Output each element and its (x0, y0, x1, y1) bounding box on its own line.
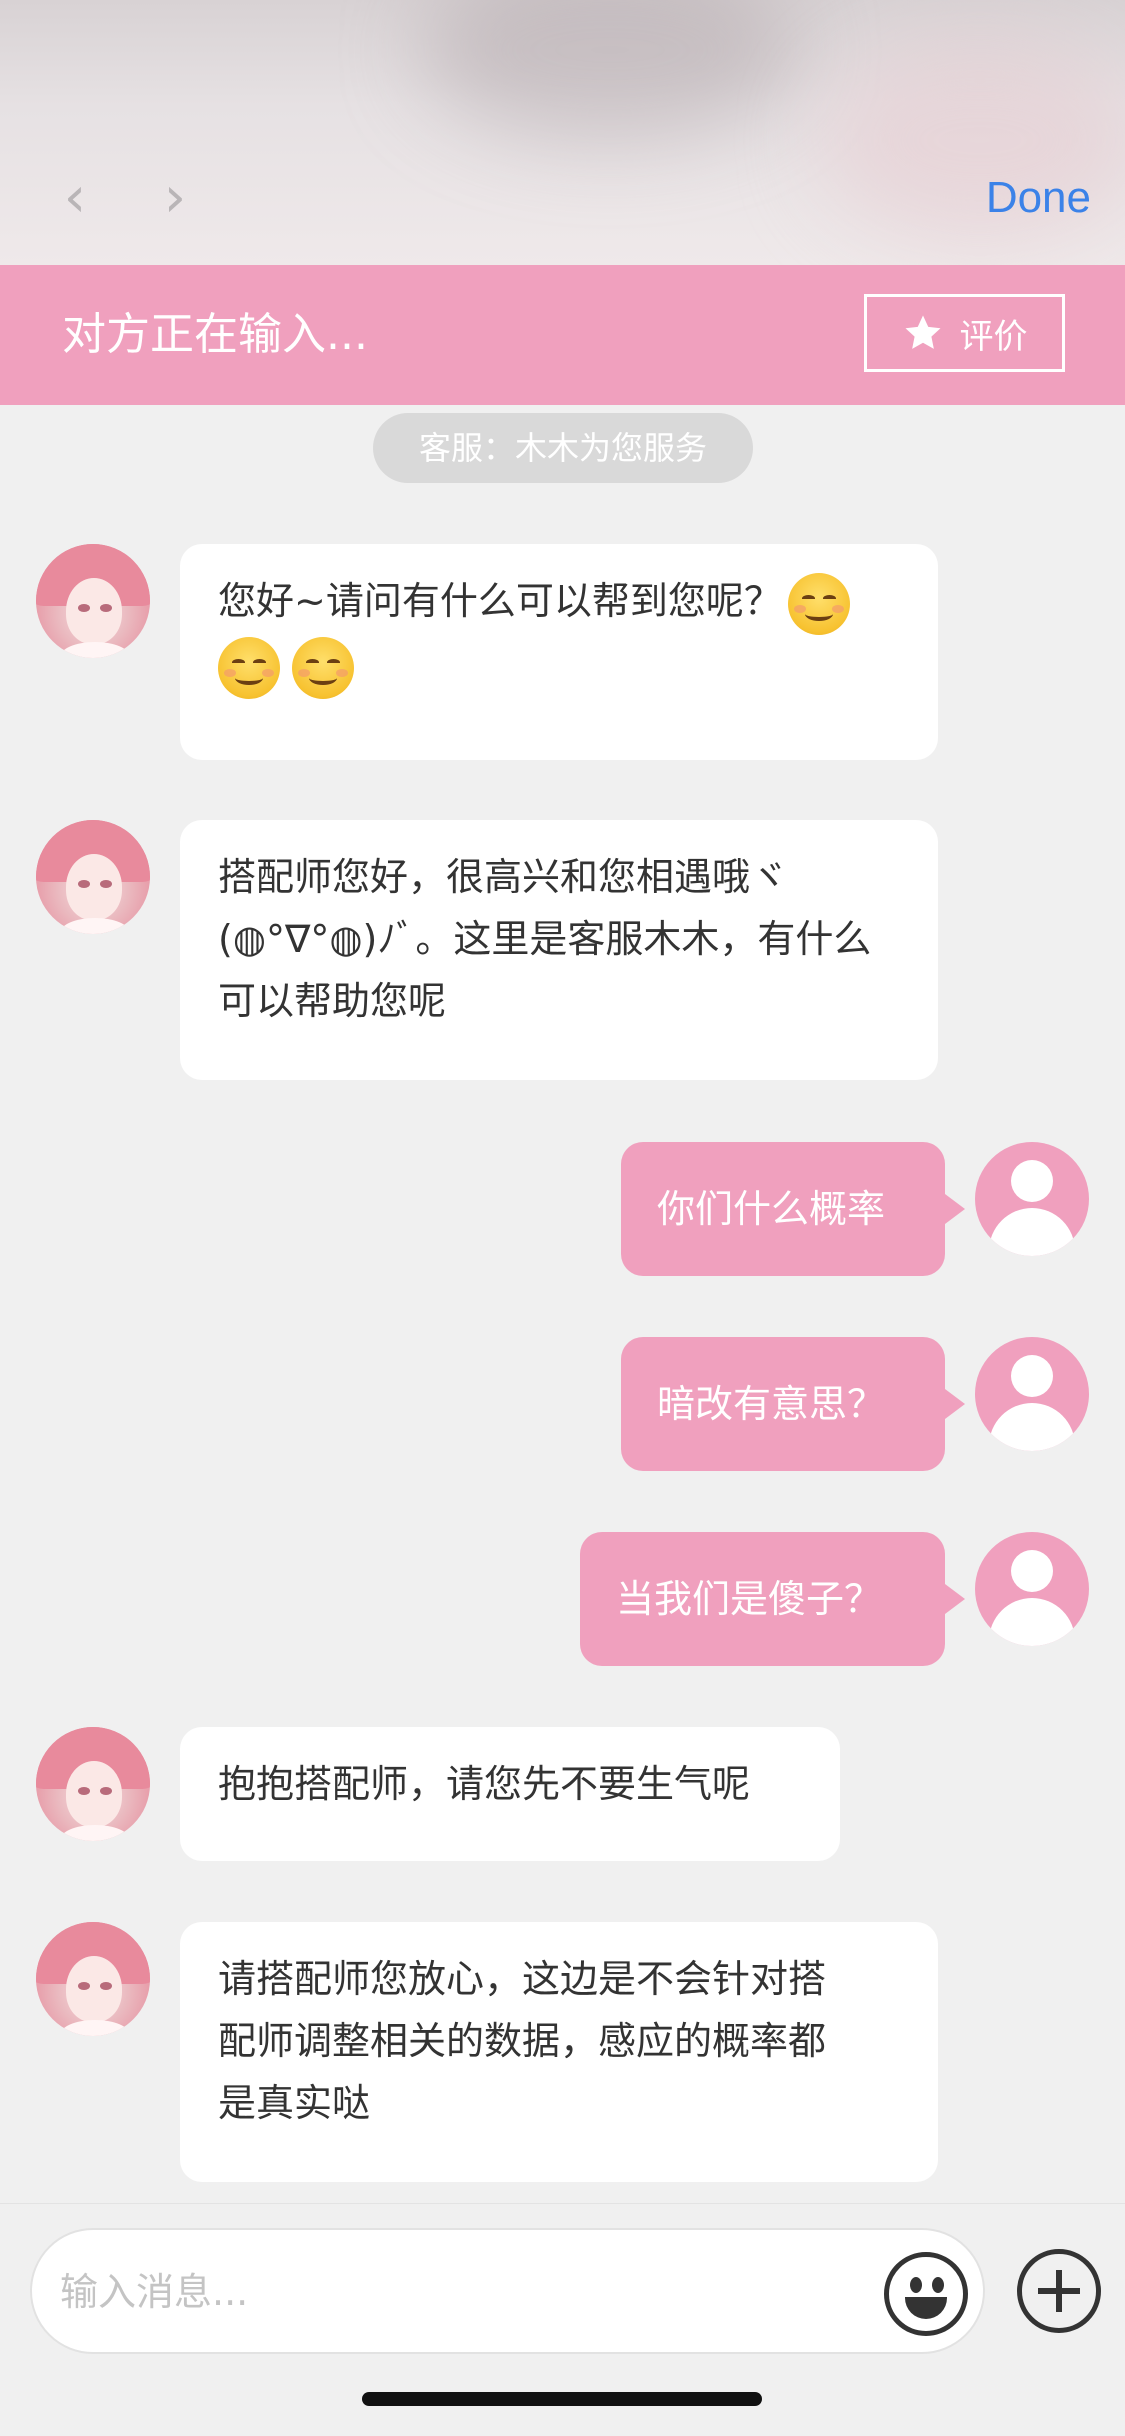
message-bubble-user: 当我们是傻子？ (580, 1532, 965, 1666)
agent-avatar[interactable] (36, 544, 150, 658)
message-text: 当我们是傻子？ (616, 1577, 883, 1621)
user-avatar-icon[interactable] (975, 1142, 1089, 1256)
rate-label: 评价 (959, 316, 1028, 357)
message-line: 可以帮助您呢 (218, 979, 447, 1023)
typing-status: 对方正在输入... (62, 309, 368, 360)
chat-header: 对方正在输入... 评价 (0, 265, 1125, 405)
message-bubble-agent: 请搭配师您放心，这边是不会针对搭 配师调整相关的数据，感应的概率都 是真实哒 (180, 1922, 938, 2182)
background-blur (420, 0, 800, 140)
agent-avatar[interactable] (36, 1922, 150, 2036)
message-bubble-user: 你们什么概率 (621, 1142, 965, 1276)
message-bubble-agent: 搭配师您好，很高兴和您相遇哦ヾ (◍°∇°◍)ﾉﾞ。这里是客服木木，有什么 可以… (180, 820, 938, 1080)
message-bubble-agent: 抱抱搭配师，请您先不要生气呢 (180, 1727, 840, 1861)
agent-avatar[interactable] (36, 1727, 150, 1841)
message-line: 请搭配师您放心，这边是不会针对搭 (218, 1957, 827, 2001)
plus-circle-icon[interactable] (1017, 2249, 1101, 2333)
message-input-placeholder: 输入消息... (60, 2270, 249, 2314)
back-icon[interactable]: ‹ (55, 168, 95, 228)
user-avatar-icon[interactable] (975, 1337, 1089, 1451)
message-bubble-agent: 您好~请问有什么可以帮到您呢？ (180, 544, 938, 760)
agent-avatar[interactable] (36, 820, 150, 934)
browser-toolbar: ‹ › Done (0, 0, 1125, 265)
message-line: 搭配师您好，很高兴和您相遇哦ヾ (218, 855, 789, 899)
smiling-face-emoji-icon (292, 637, 354, 699)
smiling-face-emoji-icon (787, 572, 850, 635)
message-line: (◍°∇°◍)ﾉﾞ。这里是客服木木，有什么 (218, 917, 872, 961)
message-input[interactable]: 输入消息... (30, 2228, 985, 2354)
message-line: 是真实哒 (218, 2081, 371, 2125)
message-text: 暗改有意思？ (657, 1382, 886, 1426)
message-text: 抱抱搭配师，请您先不要生气呢 (218, 1762, 751, 1806)
smiling-face-emoji-icon (218, 637, 280, 699)
message-text: 你们什么概率 (657, 1187, 886, 1231)
message-line: 配师调整相关的数据，感应的概率都 (218, 2019, 827, 2063)
home-indicator[interactable] (362, 2392, 762, 2406)
star-icon (905, 315, 940, 349)
done-button[interactable]: Done (986, 168, 1091, 228)
user-avatar-icon[interactable] (975, 1532, 1089, 1646)
message-text: 您好~请问有什么可以帮到您呢？ (218, 579, 782, 623)
forward-icon[interactable]: › (155, 168, 195, 228)
message-bubble-user: 暗改有意思？ (621, 1337, 965, 1471)
service-pill: 客服：木木为您服务 (373, 413, 753, 483)
smiley-icon[interactable] (884, 2252, 968, 2336)
rate-button[interactable]: 评价 (864, 294, 1065, 372)
